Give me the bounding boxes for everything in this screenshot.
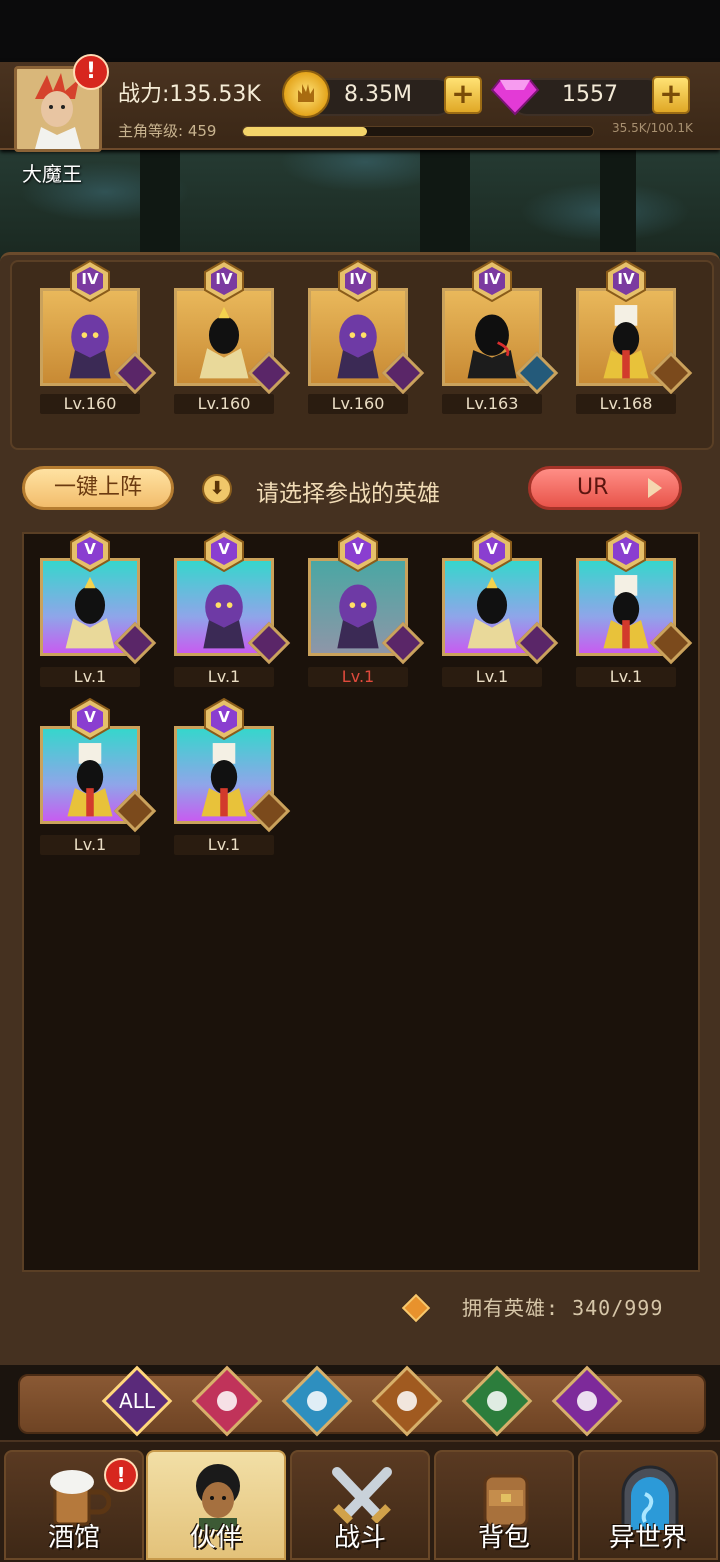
owned-heroes-count: 拥有英雄: 340/999	[462, 1296, 664, 1320]
roster-rank-badge: V	[69, 529, 111, 573]
lineup-rank-badge: IV	[69, 259, 111, 303]
rank-label: V	[84, 540, 96, 558]
rank-label: V	[218, 708, 230, 726]
gem-icon	[490, 70, 540, 116]
lineup-level-tag: Lv.163	[442, 394, 542, 414]
lineup-rank-badge: IV	[337, 259, 379, 303]
nav-partner[interactable]: 伙伴	[146, 1450, 286, 1560]
select-hero-hint: 请选择参战的英雄	[256, 481, 440, 507]
roster-level-tag: Lv.1	[174, 667, 274, 687]
rank-label: V	[620, 540, 632, 558]
xp-text: 35.5K/100.1K	[612, 121, 693, 135]
gold-coin-icon	[282, 70, 330, 118]
rank-label: V	[486, 540, 498, 558]
rank-label: V	[218, 540, 230, 558]
nav-battle[interactable]: 战斗	[290, 1450, 430, 1560]
roster-rank-badge: V	[69, 697, 111, 741]
hero-level: 主角等级: 459	[118, 122, 217, 140]
lion-icon	[385, 1379, 429, 1423]
rank-label: V	[84, 708, 96, 726]
lineup-rank-badge: IV	[203, 259, 245, 303]
rank-label: IV	[483, 270, 501, 288]
avatar-alert-icon: !	[73, 54, 109, 90]
roster-level-tag: Lv.1	[174, 835, 274, 855]
filter-all-label: ALL	[119, 1389, 155, 1413]
one-key-deploy-button[interactable]: 一键上阵	[22, 466, 174, 510]
tavern-alert-icon: !	[104, 1458, 138, 1492]
lineup-level-tag: Lv.168	[576, 394, 676, 414]
roster-level-tag: Lv.1	[40, 835, 140, 855]
nav-bag-label: 背包	[477, 1523, 530, 1553]
player-name: 大魔王	[22, 162, 82, 186]
demon-icon	[565, 1379, 609, 1423]
roster-rank-badge: V	[337, 529, 379, 573]
nav-battle-label: 战斗	[333, 1523, 386, 1553]
nav-otherworld[interactable]: 异世界	[578, 1450, 718, 1560]
rank-label: IV	[215, 270, 233, 288]
roster-rank-badge: V	[471, 529, 513, 573]
add-gem-button[interactable]: +	[652, 76, 690, 114]
roster-rank-badge: V	[605, 529, 647, 573]
status-bar-area	[0, 0, 720, 62]
lineup-rank-badge: IV	[471, 259, 513, 303]
elf-icon	[475, 1379, 519, 1423]
combat-power: 战力:135.53K	[118, 82, 261, 107]
gem-value: 1557	[562, 82, 618, 107]
add-gold-button[interactable]: +	[444, 76, 482, 114]
lineup-level-tag: Lv.160	[174, 394, 274, 414]
blue-icon	[295, 1379, 339, 1423]
rank-label: IV	[349, 270, 367, 288]
roster-rank-badge: V	[203, 529, 245, 573]
arrow-down-icon: ⬇	[202, 474, 232, 504]
gold-value: 8.35M	[344, 82, 412, 107]
roster-level-tag: Lv.1	[576, 667, 676, 687]
rank-label: IV	[81, 270, 99, 288]
roster-level-tag: Lv.1	[442, 667, 542, 687]
roster-level-tag: Lv.1	[40, 667, 140, 687]
lineup-level-tag: Lv.160	[40, 394, 140, 414]
nav-bag[interactable]: 背包	[434, 1450, 574, 1560]
play-arrow-icon	[648, 478, 662, 498]
nav-otherworld-label: 异世界	[608, 1523, 687, 1553]
nav-tavern-label: 酒馆	[47, 1523, 100, 1553]
rank-label: IV	[617, 270, 635, 288]
lineup-level-tag: Lv.160	[308, 394, 408, 414]
xp-fill	[243, 127, 368, 136]
roster-rank-badge: V	[203, 697, 245, 741]
human-icon	[205, 1379, 249, 1423]
roster-level-tag: Lv.1	[308, 667, 408, 687]
lineup-rank-badge: IV	[605, 259, 647, 303]
xp-progress-bar	[242, 126, 594, 137]
rank-label: V	[352, 540, 364, 558]
nav-partner-label: 伙伴	[189, 1523, 242, 1553]
